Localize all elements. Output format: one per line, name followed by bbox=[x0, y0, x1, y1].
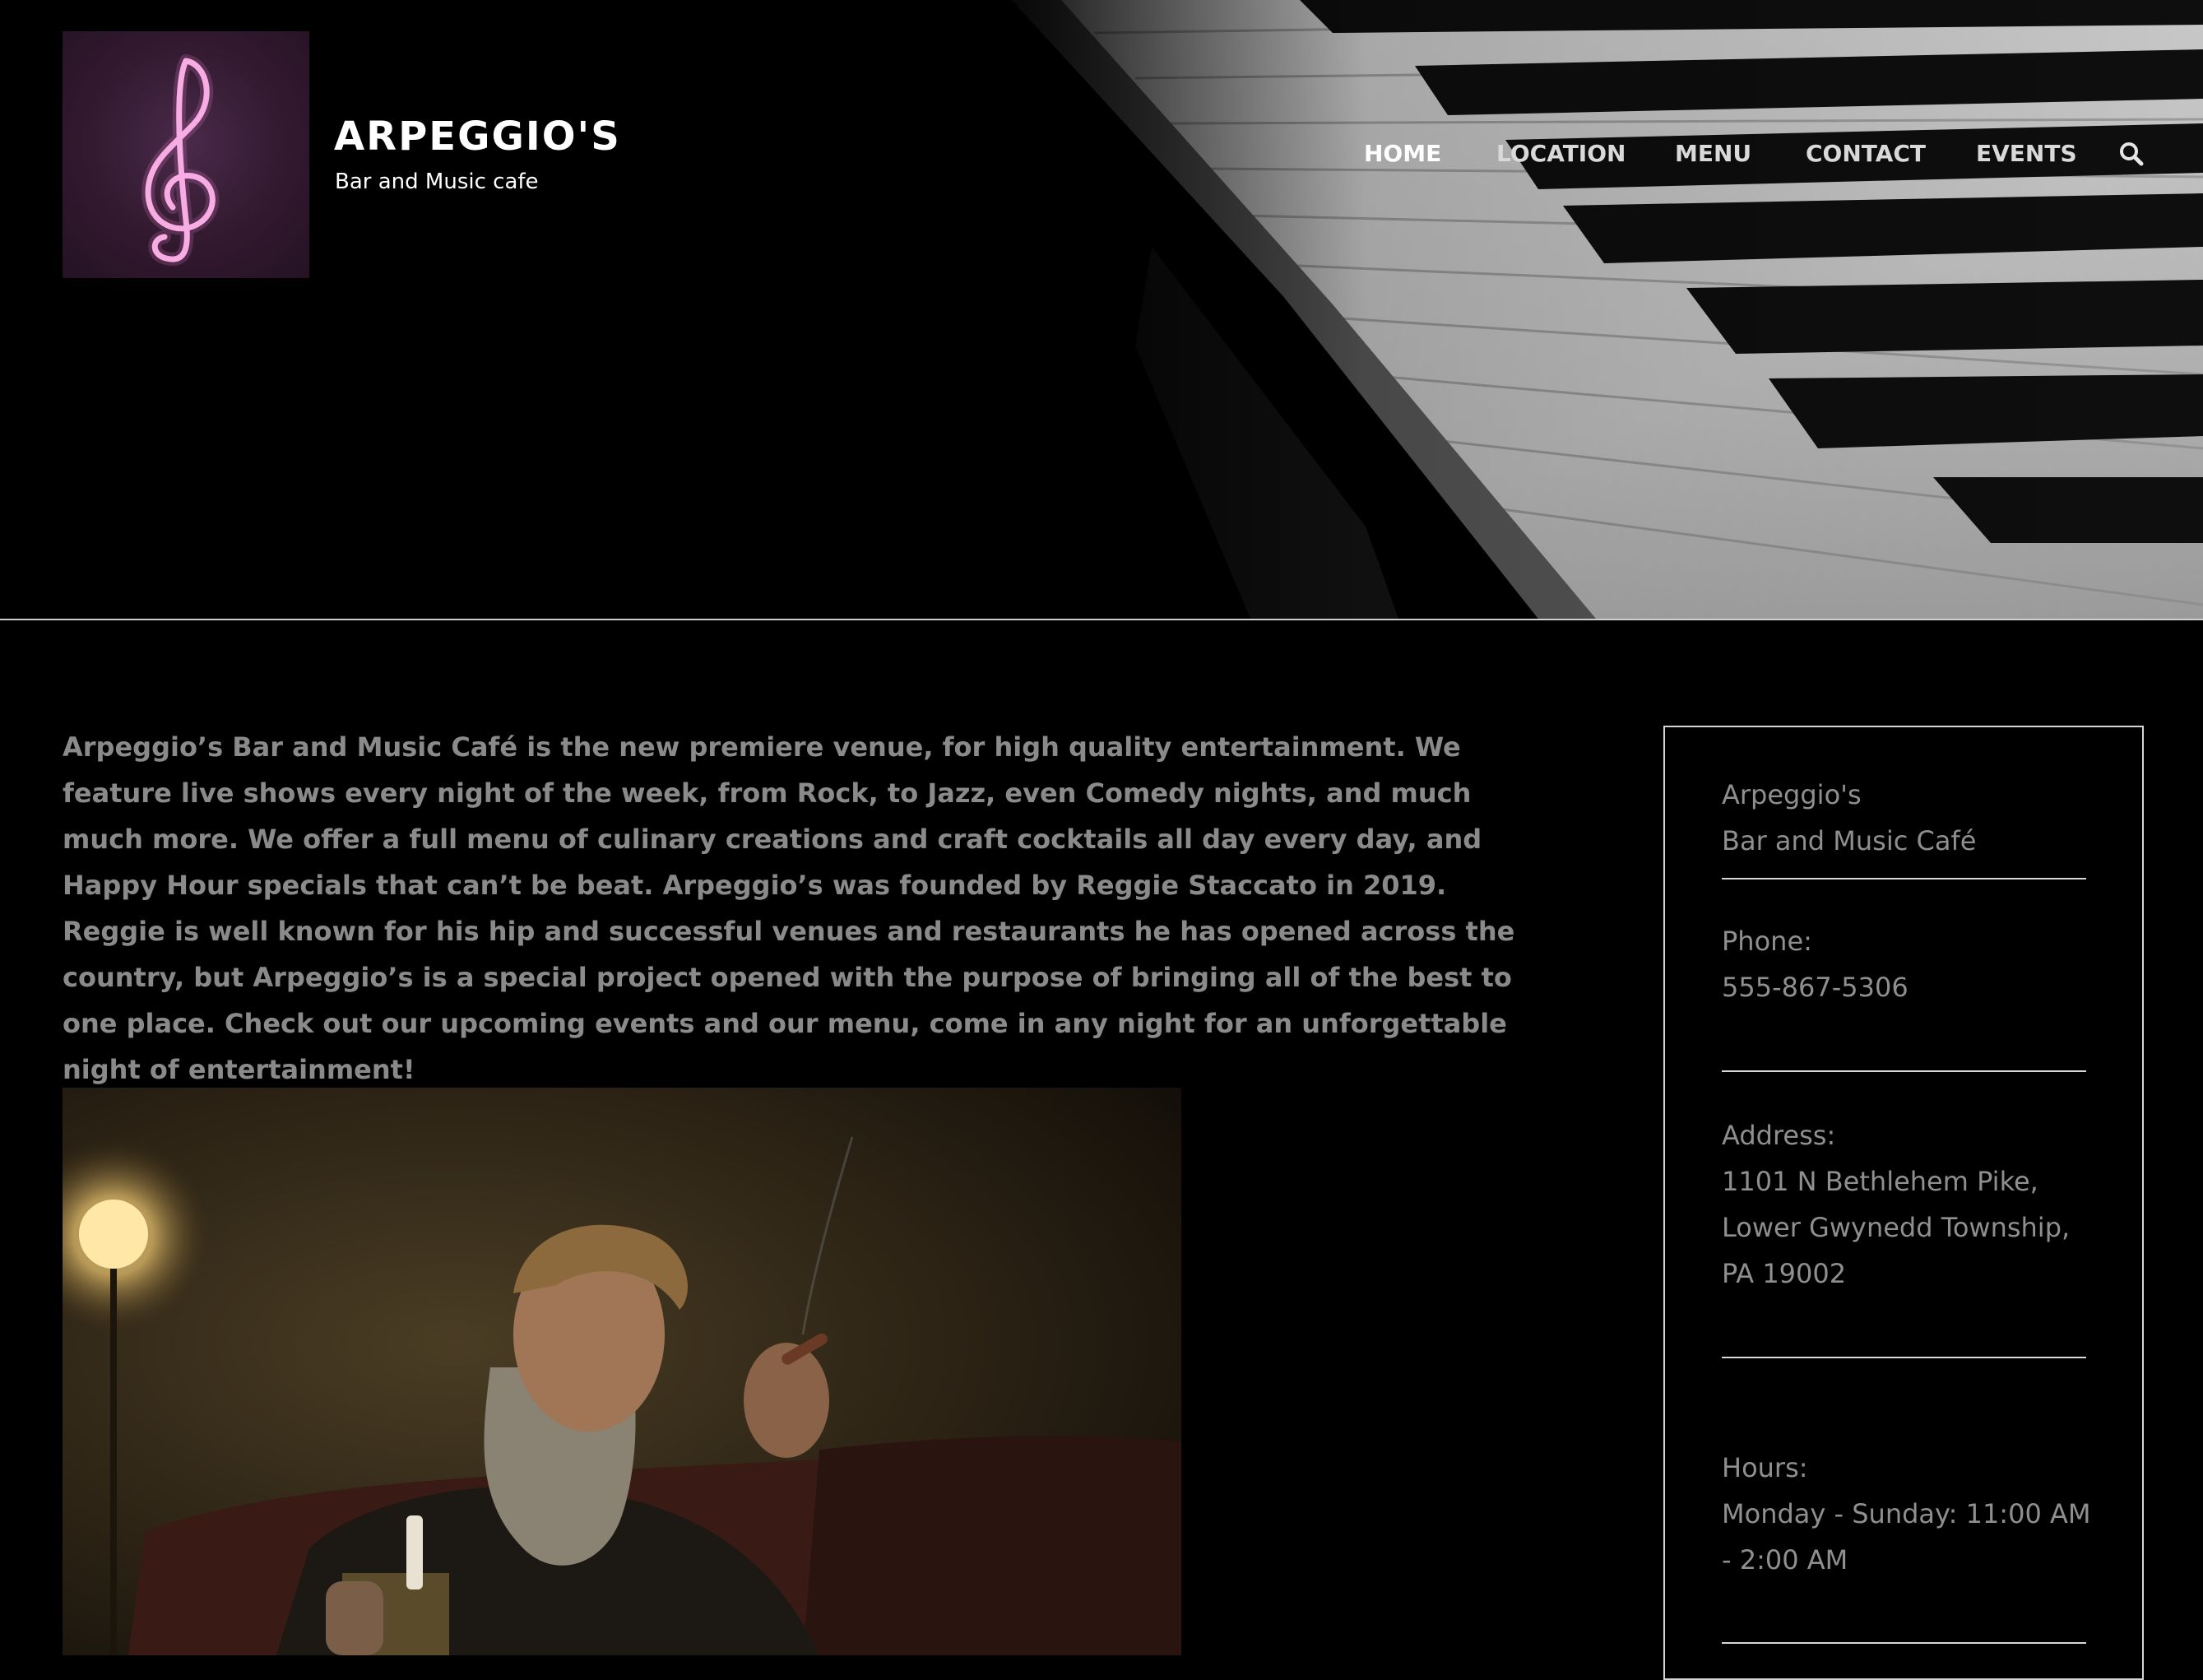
info-divider bbox=[1722, 1357, 2086, 1358]
founder-photo bbox=[63, 1088, 1181, 1655]
info-name-line1: Arpeggio's bbox=[1722, 779, 1862, 810]
hero-header: ARPEGGIO'S Bar and Music cafe HOME LOCAT… bbox=[0, 0, 2203, 619]
site-tagline: Bar and Music cafe bbox=[335, 169, 539, 194]
phone-label: Phone: bbox=[1722, 926, 1812, 957]
address-label: Address: bbox=[1722, 1120, 1836, 1151]
address-line3: PA 19002 bbox=[1722, 1258, 1847, 1289]
info-divider bbox=[1722, 1642, 2086, 1644]
piano-keyboard-image bbox=[0, 0, 2203, 619]
info-divider bbox=[1722, 878, 2086, 879]
nav-home[interactable]: HOME bbox=[1364, 140, 1441, 167]
nav-menu[interactable]: MENU bbox=[1675, 140, 1751, 167]
nav-contact[interactable]: CONTACT bbox=[1806, 140, 1926, 167]
nav-events[interactable]: EVENTS bbox=[1976, 140, 2077, 167]
main-nav: HOME LOCATION MENU CONTACT EVENTS bbox=[0, 140, 2203, 173]
nav-location[interactable]: LOCATION bbox=[1496, 140, 1626, 167]
hours-line1: Monday - Sunday: 11:00 AM bbox=[1722, 1498, 2091, 1529]
address-line2: Lower Gwynedd Township, bbox=[1722, 1212, 2071, 1243]
hero-divider bbox=[0, 619, 2203, 620]
info-divider bbox=[1722, 1070, 2086, 1072]
address-line1: 1101 N Bethlehem Pike, bbox=[1722, 1166, 2038, 1197]
intro-paragraph: Arpeggio’s Bar and Music Café is the new… bbox=[63, 731, 1515, 1085]
founder-photo-illustration bbox=[63, 1088, 1181, 1655]
search-icon[interactable] bbox=[2119, 142, 2144, 169]
hours-label: Hours: bbox=[1722, 1452, 1808, 1483]
phone-number[interactable]: 555-867-5306 bbox=[1722, 964, 1908, 1010]
info-name-line2: Bar and Music Café bbox=[1722, 825, 1977, 856]
hours-line2: - 2:00 AM bbox=[1722, 1544, 1848, 1576]
